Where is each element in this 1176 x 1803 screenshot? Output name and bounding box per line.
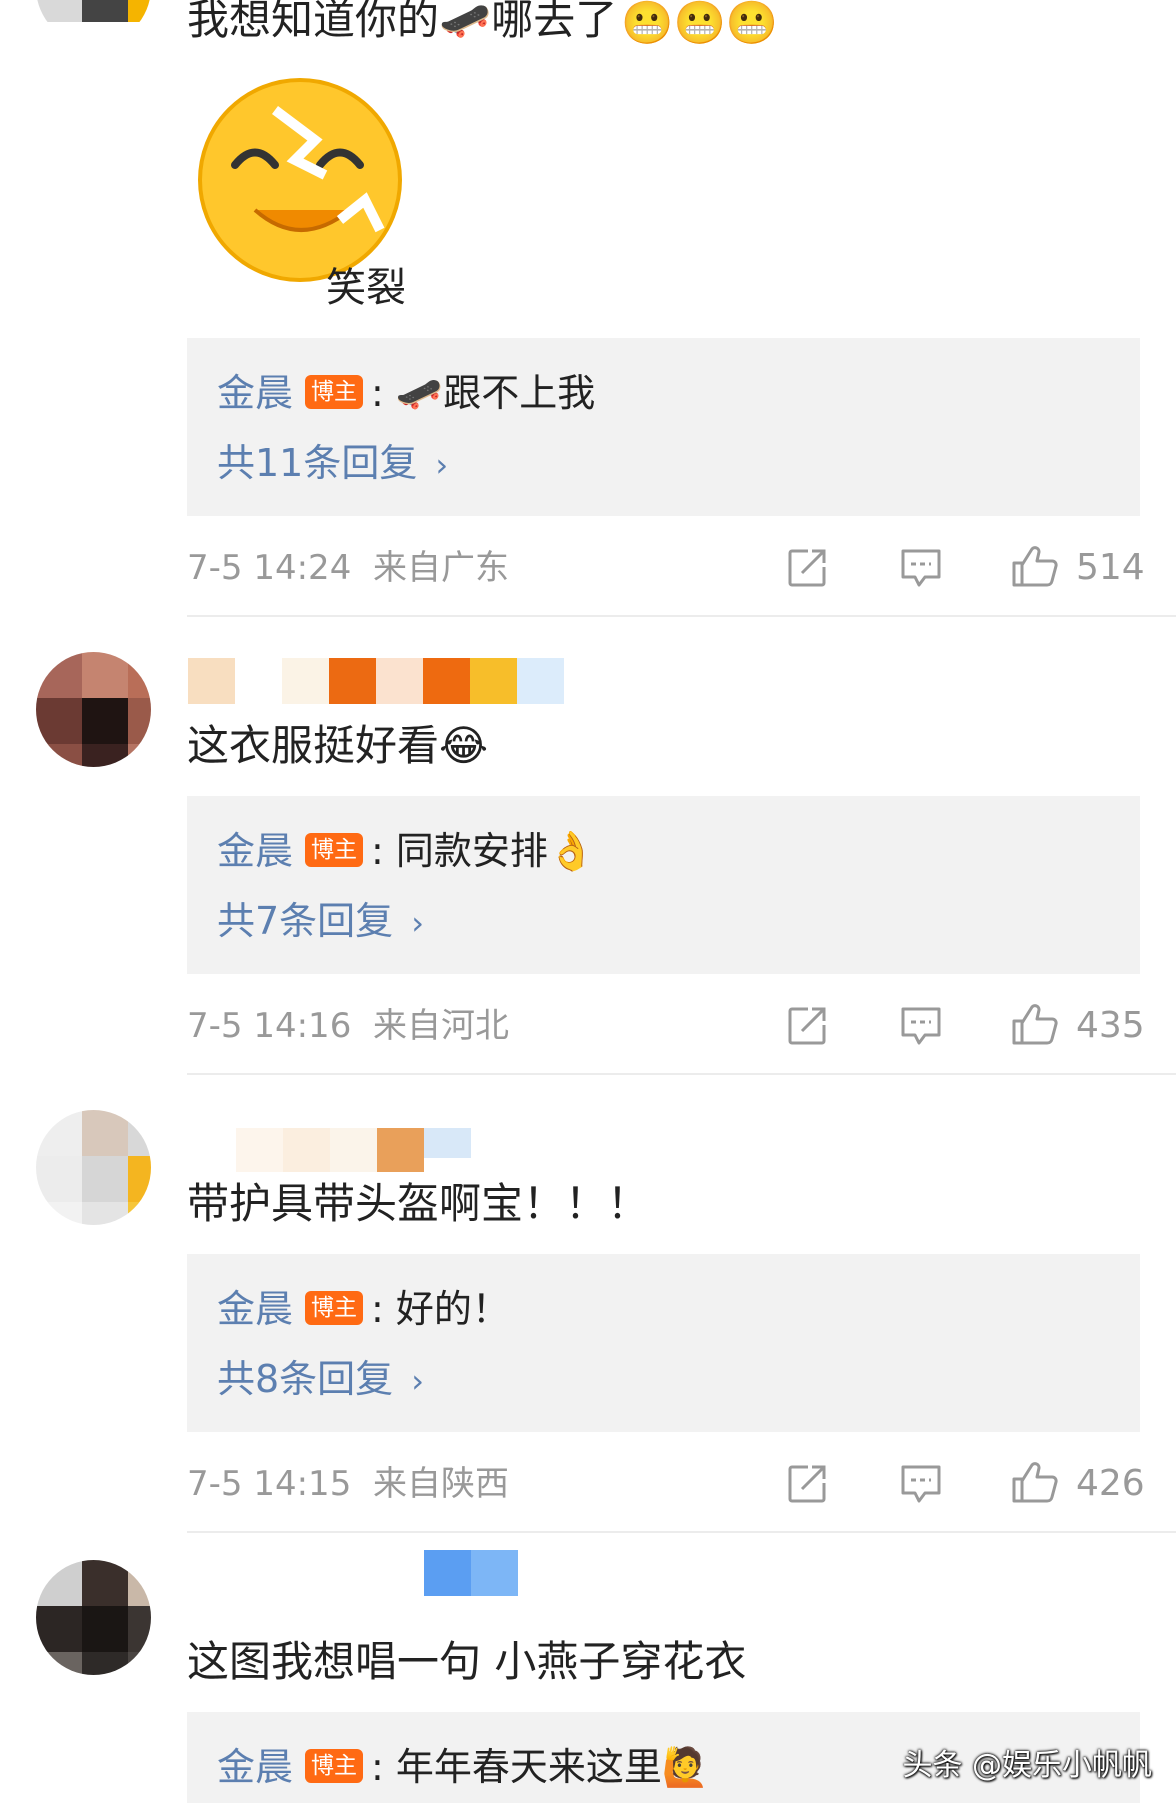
avatar[interactable]: [36, 0, 151, 45]
repost-icon[interactable]: [786, 1005, 828, 1047]
repost-icon[interactable]: [786, 547, 828, 589]
reply-box[interactable]: 金晨 博主: 好的！ 共8条回复 ›: [187, 1254, 1140, 1432]
timestamp: 7-5 14:16: [187, 1006, 352, 1046]
divider: [187, 615, 1176, 617]
comment-icon[interactable]: [899, 547, 943, 589]
like-count: 426: [1076, 1463, 1145, 1504]
author-badge: 博主: [305, 832, 364, 867]
thumbs-up-icon[interactable]: [1010, 1459, 1058, 1505]
comment-meta: 7-5 14:15 来自陕西: [187, 1462, 509, 1506]
reply-author[interactable]: 金晨: [217, 1745, 293, 1789]
reply-line: 金晨 博主: 同款安排👌: [217, 829, 596, 873]
comment-text: 我想知道你的🛹哪去了😬😬😬: [187, 0, 778, 51]
chevron-right-icon: ›: [435, 446, 449, 484]
reply-count-link[interactable]: 共11条回复 ›: [217, 438, 448, 490]
divider: [187, 1073, 1176, 1075]
reply-box[interactable]: 金晨 博主: 🛹跟不上我 共11条回复 ›: [187, 338, 1140, 516]
timestamp: 7-5 14:15: [187, 1464, 352, 1504]
reply-author[interactable]: 金晨: [217, 829, 293, 873]
chevron-right-icon: ›: [411, 1362, 424, 1400]
location: 来自广东: [372, 548, 509, 588]
divider: [187, 1531, 1176, 1533]
reply-author[interactable]: 金晨: [217, 1287, 293, 1331]
comment-text: 带护具带头盔啊宝！！！: [187, 1179, 650, 1228]
repost-icon[interactable]: [786, 1463, 828, 1505]
author-badge: 博主: [305, 374, 364, 409]
avatar[interactable]: [36, 1560, 151, 1675]
watermark: 头条 @娱乐小帆帆: [902, 1748, 1152, 1783]
comment-text: 这图我想唱一句 小燕子穿花衣: [187, 1637, 747, 1686]
reply-line: 金晨 博主: 年年春天来这里🙋: [217, 1745, 710, 1789]
reply-author[interactable]: 金晨: [217, 371, 293, 415]
chevron-right-icon: ›: [411, 904, 424, 942]
author-badge: 博主: [305, 1748, 364, 1783]
reply-text: 🛹跟不上我: [395, 371, 596, 415]
avatar[interactable]: [36, 1110, 151, 1225]
reply-line: 金晨 博主: 🛹跟不上我: [217, 371, 596, 415]
comment-meta: 7-5 14:24 来自广东: [187, 546, 509, 590]
avatar[interactable]: [36, 652, 151, 767]
comment-text: 这衣服挺好看😂: [187, 721, 489, 770]
reply-line: 金晨 博主: 好的！: [217, 1287, 510, 1331]
reply-box[interactable]: 金晨 博主: 同款安排👌 共7条回复 ›: [187, 796, 1140, 974]
timestamp: 7-5 14:24: [187, 548, 352, 588]
location: 来自陕西: [372, 1464, 509, 1504]
author-badge: 博主: [305, 1290, 364, 1325]
reply-text: 好的！: [395, 1287, 510, 1331]
comment-icon[interactable]: [899, 1463, 943, 1505]
comment-meta: 7-5 14:16 来自河北: [187, 1004, 509, 1048]
like-count: 435: [1076, 1005, 1145, 1046]
sticker-caption: 笑裂: [326, 265, 406, 311]
thumbs-up-icon[interactable]: [1010, 1001, 1058, 1047]
reply-count-link[interactable]: 共7条回复 ›: [217, 896, 424, 948]
emoji-icon: 😬😬😬: [621, 0, 779, 47]
reply-text: 年年春天来这里🙋: [395, 1745, 710, 1789]
thumbs-up-icon[interactable]: [1010, 543, 1058, 589]
reply-count-link[interactable]: 共8条回复 ›: [217, 1354, 424, 1406]
reply-text: 同款安排👌: [395, 829, 596, 873]
like-count: 514: [1076, 547, 1145, 588]
comment-icon[interactable]: [899, 1005, 943, 1047]
location: 来自河北: [372, 1006, 509, 1046]
